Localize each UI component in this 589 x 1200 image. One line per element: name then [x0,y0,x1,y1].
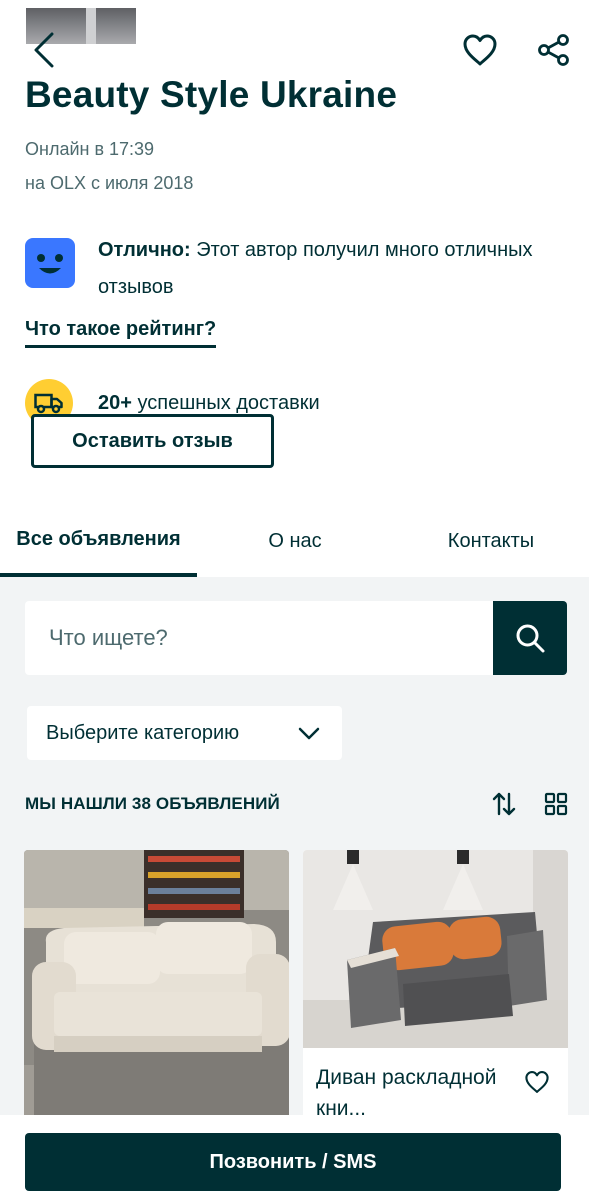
rating-label: Отлично: [98,239,191,261]
listing-image-beige-sofa [24,850,289,1115]
favorite-button[interactable] [460,30,500,70]
delivery-label: успешных доставки [131,392,320,414]
results-count: Мы нашли 38 объявлений [25,794,280,813]
listing-image-gray-sofa [303,850,568,1048]
leave-review-button[interactable]: Оставить отзыв [31,414,274,468]
share-icon [538,34,569,66]
rating-description: Отлично: Этот автор получил много отличн… [98,232,548,306]
chevron-down-icon [298,727,320,740]
delivery-stats: 20+ успешных доставки [98,392,320,415]
member-since: на OLX с июля 2018 [25,173,194,193]
call-sms-button[interactable]: Позвонить / SMS [25,1133,561,1191]
tab-bar: Все объявления О нас Контакты [0,505,589,577]
search-button[interactable] [493,601,567,675]
listing-card[interactable] [24,850,289,1140]
online-status: Онлайн в 17:39 [25,139,155,159]
grid-view-icon [544,792,568,816]
seller-name: Beauty Style Ukraine [25,74,398,115]
category-select-label: Выберите категорию [46,721,240,744]
sort-button[interactable] [488,788,520,820]
back-arrow-icon [34,32,54,68]
search-box [25,601,493,675]
sort-icon [492,792,516,816]
share-button[interactable] [534,30,574,70]
what-is-rating-link[interactable]: Что такое рейтинг? [25,318,217,348]
search-icon [516,624,545,653]
listing-card[interactable]: Диван раскладной кни... [303,850,568,1140]
tab-contacts[interactable]: Контакты [393,505,589,577]
tab-about[interactable]: О нас [197,505,393,577]
tab-all-listings[interactable]: Все объявления [0,505,197,577]
heart-icon [525,1071,549,1093]
smiley-icon [25,238,75,288]
delivery-count: 20+ [98,392,132,414]
listing-favorite-button[interactable] [523,1068,551,1096]
back-button[interactable] [26,30,62,70]
search-input[interactable] [25,601,493,675]
category-select[interactable]: Выберите категорию [27,706,342,760]
heart-icon [463,34,497,66]
grid-view-button[interactable] [540,788,572,820]
